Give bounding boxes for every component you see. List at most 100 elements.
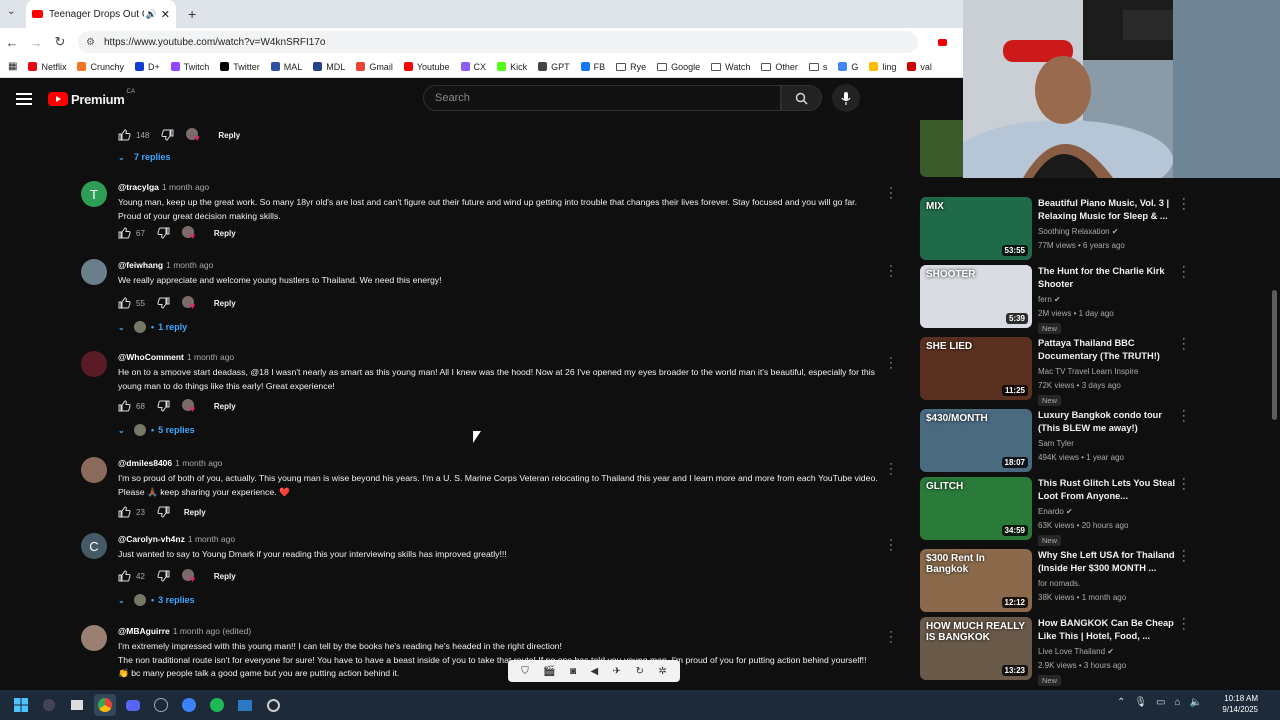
steam-icon[interactable] — [150, 694, 172, 716]
app-icon[interactable] — [178, 694, 200, 716]
refresh-icon[interactable]: ↻ — [636, 666, 644, 677]
reply-button[interactable]: Reply — [214, 229, 236, 238]
recommended-video[interactable]: SHE LIED 11:25 Pattaya Thailand BBC Docume… — [920, 334, 1200, 406]
avatar[interactable] — [81, 351, 107, 377]
bookmark-item[interactable]: ling — [869, 62, 896, 72]
spotify-icon[interactable] — [206, 694, 228, 716]
comment-timestamp[interactable]: 1 month ago — [188, 534, 235, 544]
comment-timestamp[interactable]: 1 month ago (edited) — [173, 626, 251, 636]
video-thumbnail[interactable]: $300 Rent In Bangkok 12:12 — [920, 549, 1032, 612]
page-scrollbar[interactable] — [1270, 120, 1280, 690]
video-title[interactable]: Pattaya Thailand BBC Documentary (The TR… — [1038, 337, 1183, 363]
video-title[interactable]: Why She Left USA for Thailand (Inside He… — [1038, 549, 1183, 575]
bookmark-item[interactable]: Kick — [497, 62, 527, 72]
bookmark-item[interactable]: Other — [761, 62, 798, 72]
avatar[interactable] — [81, 259, 107, 285]
youtube-logo[interactable]: Premium CA — [48, 89, 135, 107]
bookmark-item[interactable]: Gmail — [356, 62, 393, 72]
comment-timestamp[interactable]: 1 month ago — [166, 260, 213, 270]
new-tab-button[interactable]: + — [188, 6, 196, 22]
display-tray-icon[interactable]: ▭ — [1156, 697, 1165, 708]
settings-icon[interactable]: ✲ — [658, 666, 666, 677]
channel-name[interactable]: fern ✔ — [1038, 295, 1061, 304]
shield-icon[interactable]: ⛉ — [521, 666, 529, 677]
dislike-icon[interactable] — [157, 506, 170, 518]
comment-author[interactable]: @feiwhang — [118, 260, 163, 270]
chrome-icon[interactable] — [94, 694, 116, 716]
comment-more-icon[interactable]: · · · — [886, 459, 896, 480]
avatar[interactable]: C — [81, 533, 107, 559]
site-info-icon[interactable]: ⚙ — [86, 37, 100, 48]
apps-icon[interactable]: ▦ — [8, 61, 17, 72]
bookmark-item[interactable]: Twitter — [220, 62, 260, 72]
video-thumbnail[interactable]: MIX 53:55 — [920, 197, 1032, 260]
recommended-video[interactable]: HOW MUCH REALLY IS BANGKOK 13:23 How BANGK… — [920, 614, 1200, 686]
menu-icon[interactable] — [16, 93, 32, 105]
volume-tray-icon[interactable]: 🔈 — [1190, 697, 1202, 708]
recommended-video[interactable]: SHOOTER 5:39 The Hunt for the Charlie Kirk… — [920, 262, 1200, 334]
reply-button[interactable]: Reply — [214, 299, 236, 308]
dislike-icon[interactable] — [157, 570, 170, 582]
back-icon[interactable]: ← — [0, 35, 24, 50]
url-field[interactable]: ⚙ https://www.youtube.com/watch?v=W4knSR… — [78, 31, 918, 53]
recommended-video[interactable]: $300 Rent In Bangkok 12:12 Why She Left US… — [920, 546, 1200, 613]
dislike-icon[interactable] — [157, 400, 170, 412]
speaker-icon[interactable]: 🔊 — [146, 9, 157, 20]
comment-timestamp[interactable]: 1 month ago — [187, 352, 234, 362]
video-thumbnail[interactable]: HOW MUCH REALLY IS BANGKOK 13:23 — [920, 617, 1032, 680]
avatar[interactable]: T — [81, 181, 107, 207]
bookmark-item[interactable]: GPT — [538, 62, 570, 72]
search-button[interactable] — [781, 85, 822, 111]
channel-name[interactable]: Sam Tyler — [1038, 439, 1074, 448]
channel-name[interactable]: Live Love Thailand ✔ — [1038, 647, 1114, 656]
bookmark-item[interactable]: CX — [460, 62, 486, 72]
comment-more-icon[interactable]: · · · — [886, 261, 896, 282]
reply-button[interactable]: Reply — [218, 131, 240, 140]
bookmark-item[interactable]: Netflix — [28, 62, 66, 72]
file-explorer-icon[interactable] — [234, 694, 256, 716]
video-more-icon[interactable]: · · · — [1182, 614, 1186, 635]
discord-icon[interactable] — [122, 694, 144, 716]
like-icon[interactable] — [118, 129, 131, 141]
view-replies-button[interactable]: ⌄ • 1 reply — [118, 321, 187, 333]
reply-button[interactable]: Reply — [184, 508, 206, 517]
video-title[interactable]: The Hunt for the Charlie Kirk Shooter — [1038, 265, 1183, 291]
comment-author[interactable]: @MBAguirre — [118, 626, 170, 636]
close-tab-icon[interactable]: ✕ — [161, 8, 170, 21]
video-more-icon[interactable]: · · · — [1182, 474, 1186, 495]
search-taskbar-icon[interactable] — [38, 694, 60, 716]
dislike-icon[interactable] — [157, 227, 170, 239]
bookmark-item[interactable]: Google — [657, 62, 700, 72]
bookmark-item[interactable]: Rye — [616, 62, 646, 72]
voice-search-button[interactable] — [832, 84, 860, 112]
like-icon[interactable] — [118, 570, 131, 582]
bookmark-item[interactable]: FB — [580, 62, 605, 72]
like-icon[interactable] — [118, 506, 131, 518]
camera-icon[interactable]: ◙ — [570, 666, 576, 677]
video-title[interactable]: How BANGKOK Can Be Cheap Like This | Hot… — [1038, 617, 1183, 643]
view-replies-button[interactable]: ⌄ • 5 replies — [118, 424, 195, 436]
bookmark-item[interactable]: Youtube — [403, 62, 450, 72]
bookmark-item[interactable]: D+ — [134, 62, 160, 72]
recommended-video[interactable]: GLITCH 34:59 This Rust Glitch Lets You Ste… — [920, 474, 1200, 546]
reply-button[interactable]: Reply — [214, 572, 236, 581]
like-icon[interactable] — [118, 400, 131, 412]
video-more-icon[interactable]: · · · — [1182, 262, 1186, 283]
comment-more-icon[interactable]: · · · — [886, 353, 896, 374]
browser-tab[interactable]: Teenager Drops Out Of High 🔊 ✕ — [26, 0, 176, 28]
taskbar-clock[interactable]: 10:18 AM 9/14/2025 — [1222, 693, 1258, 715]
tray-chevron-icon[interactable]: ⌃ — [1117, 697, 1125, 708]
comment-timestamp[interactable]: 1 month ago — [162, 182, 209, 192]
comment-more-icon[interactable]: · · · — [886, 183, 896, 204]
bookmark-item[interactable]: s — [808, 62, 827, 72]
video-title[interactable]: This Rust Glitch Lets You Steal Loot Fro… — [1038, 477, 1183, 503]
bookmark-item[interactable]: MAL — [270, 62, 302, 72]
volume-icon[interactable]: ◀ — [591, 666, 599, 677]
channel-name[interactable]: Mac TV Travel Learn Inspire — [1038, 367, 1138, 376]
video-thumbnail[interactable]: SHOOTER 5:39 — [920, 265, 1032, 328]
settings-app-icon[interactable] — [262, 694, 284, 716]
comment-more-icon[interactable]: · · · — [886, 627, 896, 648]
recommended-video[interactable]: $430/MONTH 18:07 Luxury Bangkok condo tour… — [920, 406, 1200, 473]
tab-list-dropdown-icon[interactable]: ⌄ — [7, 6, 15, 17]
pin-icon[interactable]: ✈ — [613, 666, 621, 677]
